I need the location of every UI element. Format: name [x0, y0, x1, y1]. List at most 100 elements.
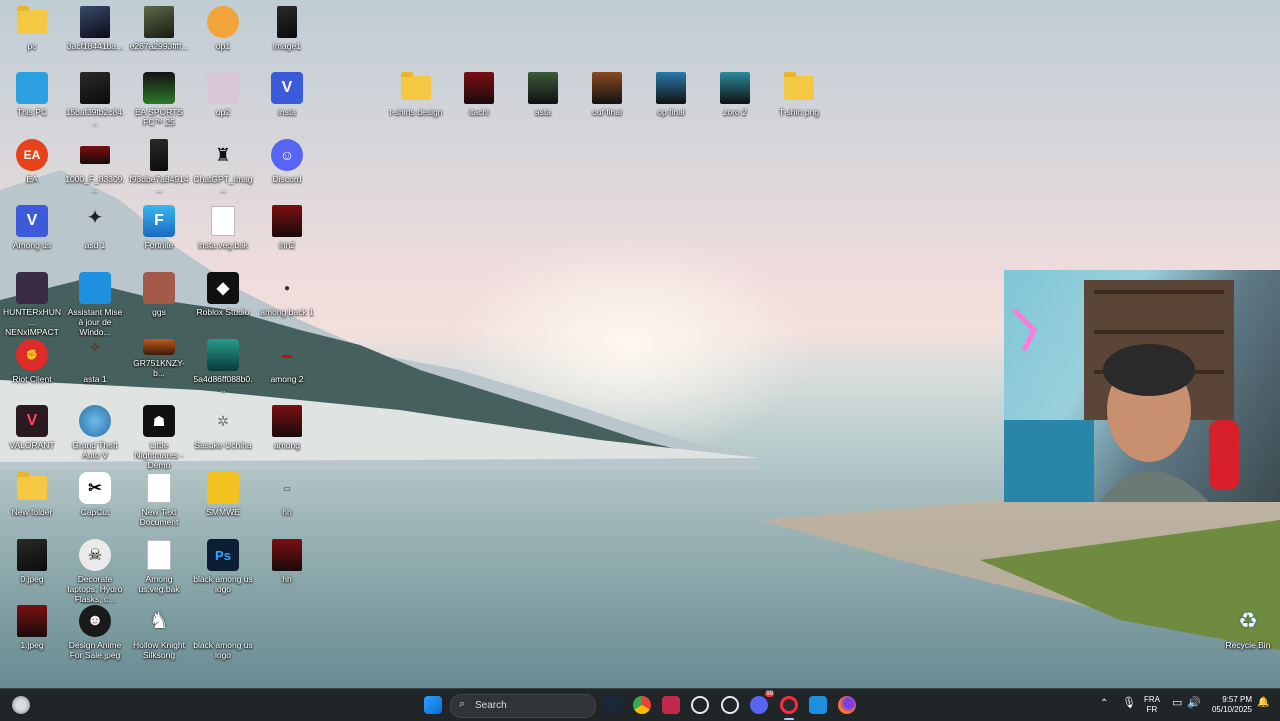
image-thumbnail-icon	[207, 72, 239, 104]
riot-client-icon[interactable]	[721, 696, 739, 714]
desktop-icon-recycle-bin[interactable]: ♻ Recycle Bin	[1218, 605, 1278, 650]
desktop-icon-f93db[interactable]: f93dbe7a84914...	[129, 139, 189, 194]
desktop-icon-1000f[interactable]: 1000_F_83309...	[65, 139, 125, 194]
desktop-icon-roblox-studio[interactable]: ◆ Roblox Studio	[193, 272, 253, 317]
desktop-icon-capcut[interactable]: ✂ CapCut	[65, 472, 125, 517]
taskbar: ⌕ Search 99 ⌃ 🎙 FRA FR ▭ 🔊 9:57 PM 05/10…	[0, 688, 1280, 721]
desktop-icon-asta1[interactable]: ✧ asta 1	[65, 339, 125, 384]
discord-taskbar-icon[interactable]: 99	[750, 691, 774, 714]
steam-icon[interactable]	[603, 696, 621, 714]
desktop-icon-gta-v[interactable]: Grand Theft Auto V	[65, 405, 125, 460]
desktop-icon-hh-2[interactable]: hh	[257, 539, 317, 584]
file-icon	[211, 206, 235, 236]
tshirt-thumbnail-icon	[528, 72, 558, 104]
notification-badge: 99	[765, 691, 774, 697]
smmwe-icon	[207, 472, 239, 504]
desktop-icon-ouf-final[interactable]: ouf final	[577, 72, 637, 117]
desktop-icon-3acf[interactable]: 3acf18441ba...	[65, 6, 125, 51]
desktop-icon-fortnite[interactable]: F Fortnite	[129, 205, 189, 250]
desktop-icon-asta[interactable]: asta	[513, 72, 573, 117]
desktop-icon-insta-veg-bak[interactable]: insta.veg.bak	[193, 205, 253, 250]
desktop-icon-design-anime[interactable]: ☻ Design Anime For Sale.jpeg	[65, 605, 125, 660]
start-button[interactable]	[424, 696, 442, 714]
desktop-icon-e267[interactable]: e267a2993ffff...	[129, 6, 189, 51]
desktop-icon-pc[interactable]: pc	[2, 6, 62, 51]
vegas-icon: V	[16, 205, 48, 237]
desktop-icon-op-final[interactable]: op final	[641, 72, 701, 117]
image-thumbnail-icon	[80, 72, 110, 104]
webcam-overlay	[1004, 270, 1280, 502]
search-input[interactable]: ⌕ Search	[450, 694, 596, 718]
desktop-icon-chatgpt-image[interactable]: ♜ ChatGPT_Imag...	[193, 139, 253, 195]
clock[interactable]: 9:57 PM 05/10/2025	[1210, 695, 1252, 715]
desktop-icon-black-among-us-logo[interactable]: ▭ black among us logo	[193, 605, 253, 661]
desktop-icon-little-nightmares[interactable]: ☗ Little Nightmares - Demo	[129, 405, 189, 470]
recycle-bin-icon: ♻	[1238, 608, 1258, 633]
file-icon	[147, 540, 171, 570]
desktop-icon-tshirts-design[interactable]: t-shirts design	[386, 72, 446, 117]
desktop-icon-decorate-laptops[interactable]: ☠ Decorate laptops, Hydro Flasks, c...	[65, 539, 125, 604]
desktop-icon-tshirt-png[interactable]: T-shirt png	[769, 72, 829, 117]
snipping-tool-icon[interactable]	[662, 696, 680, 714]
fortnite-icon: F	[143, 205, 175, 237]
image-thumbnail-icon	[150, 139, 168, 171]
image-thumbnail-icon	[272, 205, 302, 237]
image-thumbnail-icon: ▭	[219, 616, 227, 626]
desktop-icon-zoro-2[interactable]: zoro 2	[705, 72, 765, 117]
desktop-icon-new-folder[interactable]: New folder	[2, 472, 62, 517]
network-icon[interactable]: ▭	[1172, 698, 1182, 709]
desktop-icon-hollow-knight[interactable]: ♞ Hollow Knight Silksong	[129, 605, 189, 660]
desktop-icon-ggs[interactable]: ggs	[129, 272, 189, 317]
desktop-icon-hunterxhunter[interactable]: HUNTERxHUN... NENxIMPACT	[2, 272, 62, 337]
chrome-icon[interactable]	[633, 696, 651, 714]
desktop-icon-valorant[interactable]: V VALORANT	[2, 405, 62, 450]
show-hidden-icons[interactable]: ⌃	[1100, 699, 1108, 709]
desktop-icon-gr751[interactable]: GR751KNZY-b...	[129, 339, 189, 378]
desktop-icon-this-pc[interactable]: This PC	[2, 72, 62, 117]
desktop-icon-op1[interactable]: op1	[193, 6, 253, 51]
desktop-icon-15baf[interactable]: 15baf39fb2c84...	[65, 72, 125, 127]
desktop-icon-among-us-veg-bak[interactable]: Among us.veg.bak	[129, 539, 189, 594]
firefox-icon[interactable]	[838, 696, 856, 714]
image-thumbnail-icon	[272, 405, 302, 437]
tshirt-thumbnail-icon	[720, 72, 750, 104]
desktop-icon-op2[interactable]: op2	[193, 72, 253, 117]
desktop-icon-among-back-1[interactable]: ● among back 1	[257, 272, 317, 318]
image-thumbnail-icon	[272, 539, 302, 571]
desktop-icon-hh[interactable]: ▭ hh	[257, 472, 317, 518]
desktop-icon-ea-sports-fc[interactable]: EA SPORTS FC™ 25	[129, 72, 189, 127]
desktop-icon-among[interactable]: among	[257, 405, 317, 450]
desktop-icon-ea[interactable]: EA EA	[2, 139, 62, 184]
widgets-icon[interactable]	[12, 696, 30, 714]
desktop-icon-ihh2[interactable]: ihh2	[257, 205, 317, 250]
monitor-icon	[16, 72, 48, 104]
desktop-icon-windows-update-assistant[interactable]: Assistant Mise à jour de Windo...	[65, 272, 125, 337]
microphone-icon[interactable]: 🎙	[1122, 698, 1136, 709]
desktop-icon-among-2[interactable]: ▬ among 2	[257, 339, 317, 385]
desktop-icon-discord[interactable]: ☺ Discord	[257, 139, 317, 184]
language-indicator[interactable]: FRA FR	[1144, 695, 1160, 715]
roblox-icon: ◆	[207, 272, 239, 304]
desktop-icon-itachi[interactable]: itachi	[449, 72, 509, 117]
desktop-icon-riot-client[interactable]: ✊ Riot Client	[2, 339, 62, 384]
desktop-icon-sasuke-uchiha[interactable]: ✲ Sasuke Uchiha	[193, 405, 253, 451]
desktop-icon-image1[interactable]: image1	[257, 6, 317, 51]
desktop-icon-new-text-document[interactable]: New Text Document	[129, 472, 189, 527]
desktop-icon-5a4d86[interactable]: 5a4d86ff088b0...	[193, 339, 253, 394]
desktop-icon-1-jpeg[interactable]: 1.jpeg	[2, 605, 62, 650]
date: 05/10/2025	[1211, 705, 1252, 714]
desktop-icon-smmwe[interactable]: SMMWE	[193, 472, 253, 517]
windows-logo-icon	[79, 272, 111, 304]
chatgpt-icon[interactable]	[691, 696, 709, 714]
desktop-icon-asd1[interactable]: ✦ asd 1	[65, 205, 125, 250]
sticky-app-icon[interactable]	[809, 696, 827, 714]
opera-gx-icon[interactable]	[780, 696, 798, 714]
desktop-icon-black-among-us-logo-ps[interactable]: Ps black among us logo	[193, 539, 253, 594]
notification-bell-icon[interactable]: 🔔	[1257, 698, 1269, 708]
desktop-icon-0-jpeg[interactable]: 0.jpeg	[2, 539, 62, 584]
fc25-icon	[143, 72, 175, 104]
desktop-icon-among-us[interactable]: V Among us	[2, 205, 62, 250]
volume-icon[interactable]: 🔊	[1187, 698, 1201, 709]
desktop-icon-insta[interactable]: Vinsta	[257, 72, 317, 117]
image-thumbnail-icon	[80, 146, 110, 164]
